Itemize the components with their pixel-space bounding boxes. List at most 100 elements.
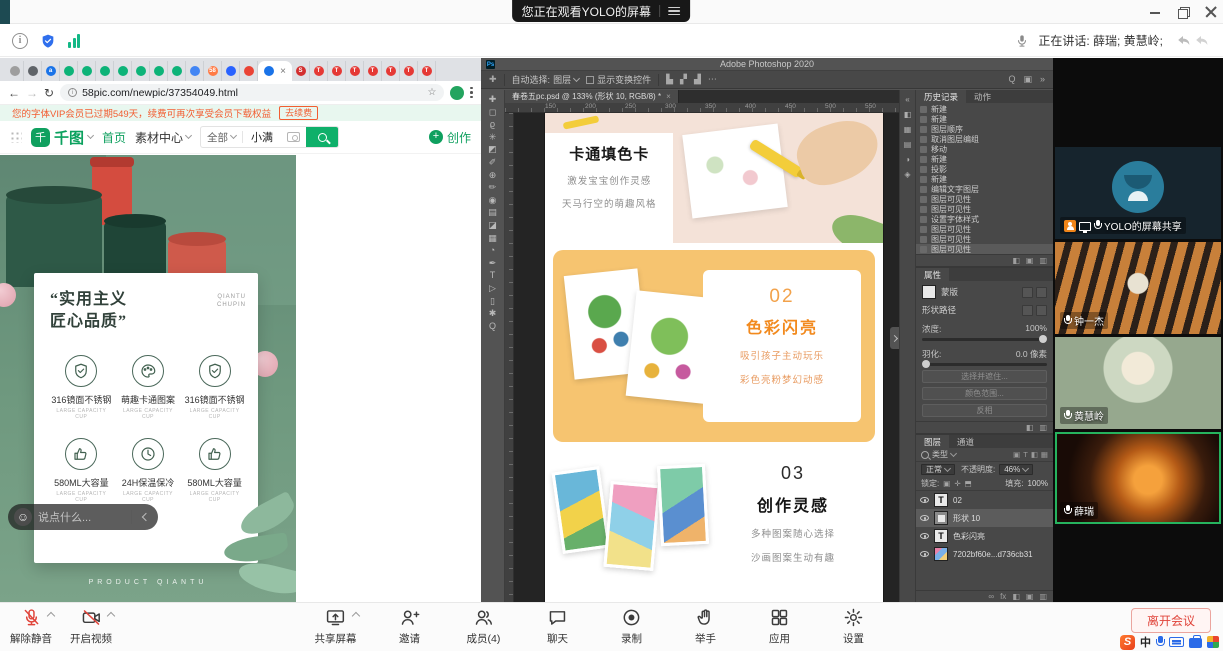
move-tool-icon[interactable]: ✚ [489, 74, 497, 85]
align-center-icon[interactable]: ▞ [680, 74, 687, 85]
page-info-icon[interactable]: i [68, 88, 77, 97]
adjustments-panel-icon[interactable]: ◑ [905, 156, 910, 164]
bookmark-star-icon[interactable]: ☆ [427, 87, 436, 98]
restore-button[interactable] [1177, 6, 1189, 18]
settings-button[interactable]: 设置 [828, 607, 878, 646]
snapshot-icon[interactable]: ◧ [1012, 256, 1020, 265]
swatches-panel-icon[interactable]: ▦ [904, 126, 912, 134]
browser-tab[interactable]: S [292, 61, 310, 81]
unmute-button[interactable]: 解除静音 [6, 607, 56, 646]
participant-tile[interactable]: 钟一杰 [1055, 242, 1221, 334]
ps-document[interactable]: 卡通填色卡 激发宝宝创作灵感 天马行空的萌趣风格 02 色彩 [545, 113, 883, 602]
ps-tool-icon[interactable]: ◻ [483, 106, 503, 119]
layer-row[interactable]: 02 [916, 491, 1053, 509]
ps-tool-icon[interactable]: ✳ [483, 131, 503, 144]
visibility-eye-icon[interactable] [920, 497, 929, 503]
filter-search-icon[interactable] [921, 451, 929, 459]
raise-hand-button[interactable]: 举手 [680, 607, 730, 646]
security-shield-icon[interactable] [40, 33, 56, 49]
delete-icon[interactable]: ▥ [1039, 423, 1047, 432]
history-step[interactable]: 图层可见性 [916, 224, 1053, 234]
distribute-icon[interactable]: ⋯ [708, 74, 717, 85]
apply-icon[interactable]: ◧ [1026, 423, 1034, 432]
image-search-camera-icon[interactable] [287, 132, 300, 142]
browser-tab[interactable]: T [382, 61, 400, 81]
new-layer-icon[interactable]: ▣ [1026, 592, 1034, 601]
ime-grid-icon[interactable] [1207, 636, 1219, 648]
delete-layer-icon[interactable]: ▥ [1039, 592, 1047, 601]
chat-button[interactable]: 聊天 [532, 607, 582, 646]
browser-tab[interactable] [60, 61, 78, 81]
ps-tool-icon[interactable]: Q [483, 320, 503, 333]
browser-tab[interactable] [222, 61, 240, 81]
browser-tab[interactable]: T [400, 61, 418, 81]
menu-icon[interactable] [668, 7, 680, 16]
ime-mode-label[interactable]: 中 [1140, 634, 1151, 650]
history-step[interactable]: 编辑文字图层 [916, 184, 1053, 194]
voice-input-icon[interactable] [1156, 636, 1164, 649]
ps-tool-icon[interactable]: T [483, 269, 503, 282]
ps-tool-icon[interactable]: ϱ [483, 118, 503, 131]
browser-tab[interactable] [240, 61, 258, 81]
collapse-chevron-icon[interactable] [138, 510, 152, 524]
browser-tab[interactable] [24, 61, 42, 81]
browser-tab[interactable] [6, 61, 24, 81]
history-step[interactable]: 图层可见性 [916, 234, 1053, 244]
path-option-icon[interactable] [1036, 305, 1047, 316]
browser-tab[interactable] [78, 61, 96, 81]
browser-tab[interactable] [96, 61, 114, 81]
share-screen-button[interactable]: 共享屏幕 [310, 607, 360, 646]
filter-shape-icon[interactable]: ◧ [1031, 450, 1038, 459]
profile-avatar[interactable] [450, 86, 464, 100]
path-option-icon[interactable] [1022, 305, 1033, 316]
chat-input-placeholder[interactable]: 说点什么... [38, 509, 125, 525]
participant-tile[interactable]: 黄慧岭 [1055, 337, 1221, 429]
back-button[interactable]: ← [8, 86, 20, 100]
ps-tool-icon[interactable]: ✐ [483, 156, 503, 169]
filter-type-icon[interactable]: T [1023, 450, 1028, 459]
mask-option-icon[interactable] [1022, 287, 1033, 298]
address-bar[interactable]: i 58pic.com/newpic/37354049.html ☆ [60, 84, 444, 101]
forward-button[interactable]: → [26, 86, 38, 100]
apps-button[interactable]: 应用 [754, 607, 804, 646]
create-button[interactable]: + 创作 [429, 129, 471, 146]
mic-options-caret[interactable] [47, 612, 55, 620]
nav-home[interactable]: 首页 [102, 129, 126, 146]
nav-material[interactable]: 素材中心 [135, 129, 191, 146]
ps-tool-icon[interactable]: ◔ [483, 244, 503, 257]
ps-tool-icon[interactable]: ◩ [483, 143, 503, 156]
ps-tool-icon[interactable]: ✏ [483, 181, 503, 194]
search-input[interactable]: 小满 [243, 129, 287, 145]
layer-style-icon[interactable]: fx [1000, 592, 1006, 601]
history-step[interactable]: 投影 [916, 164, 1053, 174]
video-options-caret[interactable] [107, 612, 115, 620]
vip-renew-button[interactable]: 去续费 [279, 106, 318, 120]
layer-row[interactable]: 形状 10 [916, 509, 1053, 527]
browser-tab[interactable]: T [364, 61, 382, 81]
ps-canvas[interactable]: 卡通填色卡 激发宝宝创作灵感 天马行空的萌趣风格 02 色彩 [505, 113, 899, 602]
browser-tab[interactable] [150, 61, 168, 81]
history-step[interactable]: 图层可见性 [916, 204, 1053, 214]
ps-tool-icon[interactable]: ✱ [483, 307, 503, 320]
emoji-icon[interactable] [14, 508, 32, 526]
visibility-eye-icon[interactable] [920, 551, 929, 557]
history-step[interactable]: 新建 [916, 174, 1053, 184]
browser-tab[interactable] [168, 61, 186, 81]
ps-tool-icon[interactable]: ▤ [483, 206, 503, 219]
density-slider[interactable]: 浓度: 100% [922, 323, 1047, 341]
libraries-panel-icon[interactable]: ▤ [904, 141, 912, 149]
filter-pixel-icon[interactable]: ▣ [1013, 450, 1020, 459]
lock-all-icon[interactable]: ⬒ [965, 479, 972, 488]
ps-tool-icon[interactable]: ▯ [483, 295, 503, 308]
search-box[interactable]: 全部 小满 [200, 126, 339, 148]
history-step[interactable]: 设置字体样式 [916, 214, 1053, 224]
browser-tab[interactable]: T [418, 61, 436, 81]
members-button[interactable]: 成员(4) [458, 607, 508, 646]
tab-channels[interactable]: 通道 [949, 435, 982, 448]
ps-tool-icon[interactable]: ⊕ [483, 169, 503, 182]
leave-meeting-button[interactable]: 离开会议 [1131, 608, 1211, 633]
history-step[interactable]: 新建 [916, 114, 1053, 124]
share-options-caret[interactable] [351, 612, 359, 620]
info-icon[interactable]: i [12, 33, 28, 49]
feather-slider[interactable]: 羽化: 0.0 像素 [922, 348, 1047, 366]
